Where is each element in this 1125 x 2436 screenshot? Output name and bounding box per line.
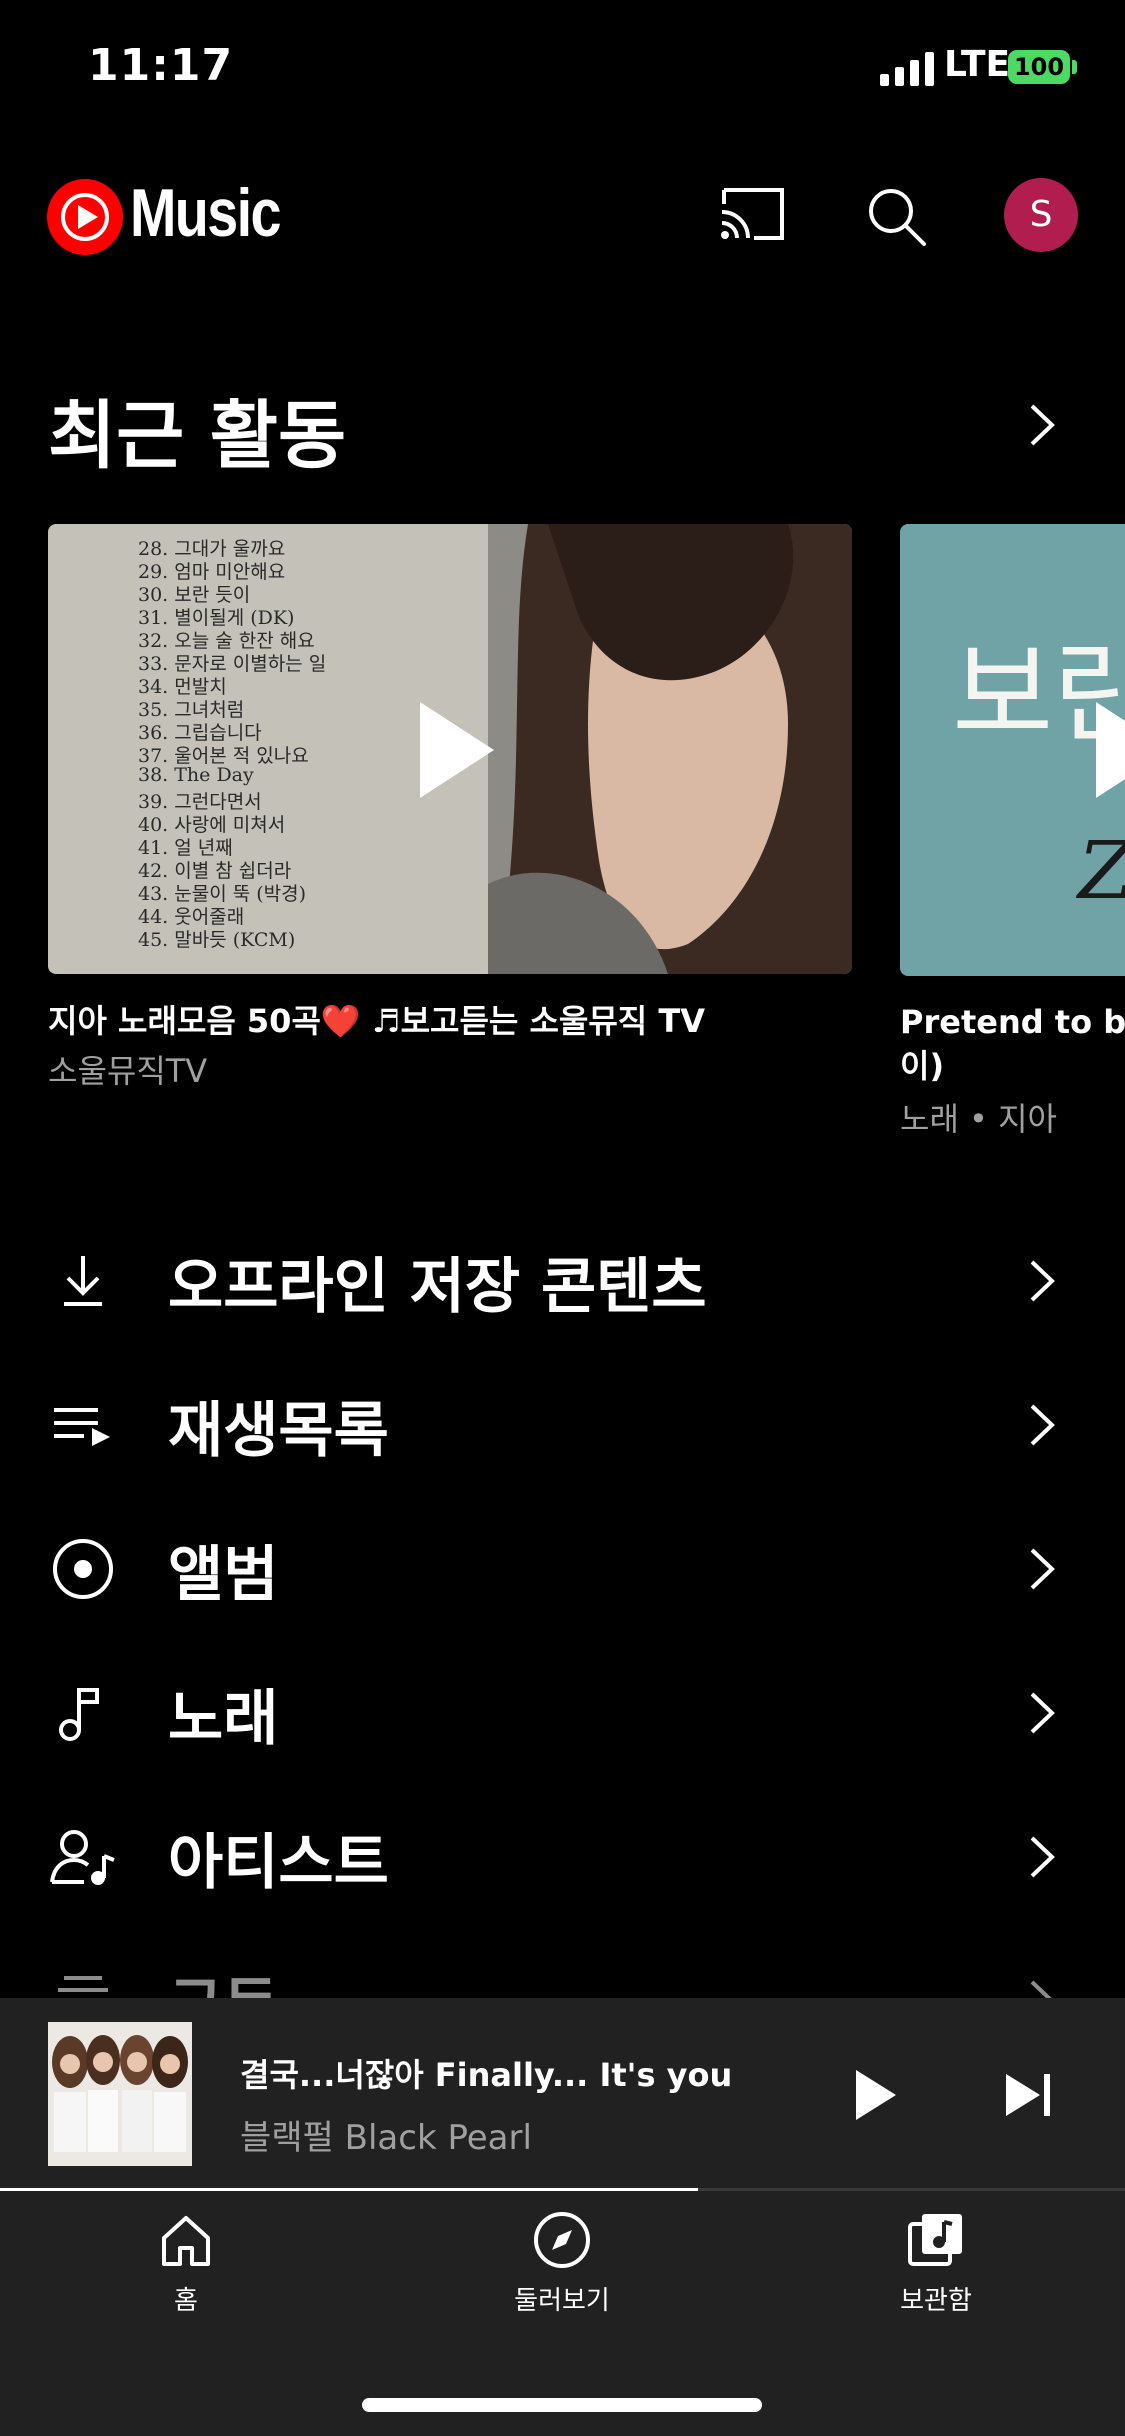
card-title-line: 이)	[900, 1047, 945, 1085]
playlist-icon	[54, 1408, 110, 1446]
library-row-albums[interactable]: 앨범	[0, 1498, 1125, 1638]
mini-player-title[interactable]: 결국...너잖아 Finally... It's you	[240, 2050, 732, 2096]
play-overlay-icon[interactable]	[1096, 702, 1125, 798]
recent-card-subtitle: 소울뮤직TV	[48, 1052, 208, 1090]
library-row-artists[interactable]: 아티스트	[0, 1786, 1125, 1926]
album-art-image	[48, 2022, 192, 2166]
play-overlay-icon[interactable]	[420, 702, 494, 798]
skip-next-icon[interactable]	[1004, 2072, 1056, 2118]
nav-label: 둘러보기	[514, 2286, 610, 2316]
battery-tip	[1072, 60, 1077, 74]
nav-item-explore[interactable]: 둘러보기	[442, 2210, 682, 2317]
status-time: 11:17	[88, 40, 234, 91]
nav-item-library[interactable]: 보관함	[816, 2210, 1056, 2317]
library-row-playlists[interactable]: 재생목록	[0, 1354, 1125, 1494]
nav-item-home[interactable]: 홈	[66, 2210, 306, 2317]
recent-card-thumbnail[interactable]: 보란 Z	[900, 524, 1125, 976]
explore-icon	[534, 2212, 590, 2268]
artist-icon	[50, 1830, 115, 1885]
recent-card-title[interactable]: Pretend to be 이)	[900, 1000, 1125, 1088]
library-row-label: 앨범	[168, 1540, 279, 1610]
nav-label: 홈	[174, 2286, 198, 2316]
home-indicator[interactable]	[362, 2398, 762, 2412]
card-title-line: Pretend to be	[900, 1003, 1125, 1041]
chevron-right-icon	[1030, 1692, 1055, 1734]
recent-card-subtitle: 노래 • 지아	[900, 1100, 1057, 1138]
recent-card-title[interactable]: 지아 노래모음 50곡❤️ ♬보고듣는 소울뮤직 TV	[48, 996, 705, 1042]
download-icon	[64, 1256, 102, 1306]
library-icon	[908, 2214, 962, 2266]
library-row-label: 재생목록	[168, 1396, 389, 1466]
library-row-label: 노래	[168, 1684, 279, 1754]
artist-photo	[488, 524, 852, 974]
play-icon[interactable]	[854, 2068, 898, 2122]
library-row-downloads[interactable]: 오프라인 저장 콘텐츠	[0, 1210, 1125, 1350]
recent-card-thumbnail[interactable]: 28. 그대가 울까요 29. 엄마 미안해요 30. 보란 듯이 31. 별이…	[48, 524, 852, 974]
section-title-recent: 최근 활동	[48, 393, 347, 479]
mini-player-album-art[interactable]	[48, 2022, 192, 2166]
home-icon	[162, 2216, 210, 2266]
battery-indicator: 100	[1008, 50, 1070, 84]
search-icon[interactable]	[866, 186, 928, 248]
signal-icon	[880, 52, 934, 86]
thumb-track-line: 38. The Day	[138, 764, 254, 786]
chevron-right-icon[interactable]	[1022, 402, 1062, 448]
chevron-right-icon	[1030, 1548, 1055, 1590]
library-row-label: 오프라인 저장 콘텐츠	[168, 1252, 707, 1322]
chevron-right-icon	[1030, 1260, 1055, 1302]
youtube-music-logo-icon[interactable]	[46, 178, 124, 256]
nav-label: 보관함	[900, 2286, 972, 2316]
chevron-right-icon	[1030, 1404, 1055, 1446]
network-type: LTE	[944, 44, 1011, 85]
chevron-right-icon	[1030, 1836, 1055, 1878]
music-note-icon	[59, 1688, 99, 1741]
library-row-label: 아티스트	[168, 1828, 389, 1898]
thumb-track-line: 45. 말바듯 (KCM)	[138, 929, 296, 951]
mini-player-artist[interactable]: 블랙펄 Black Pearl	[240, 2110, 532, 2159]
app-name: Music	[130, 175, 281, 251]
avatar[interactable]: S	[1004, 178, 1078, 252]
library-row-songs[interactable]: 노래	[0, 1642, 1125, 1782]
cast-icon[interactable]	[718, 186, 788, 244]
thumb-letter: Z	[1078, 824, 1125, 917]
album-icon	[53, 1539, 113, 1599]
